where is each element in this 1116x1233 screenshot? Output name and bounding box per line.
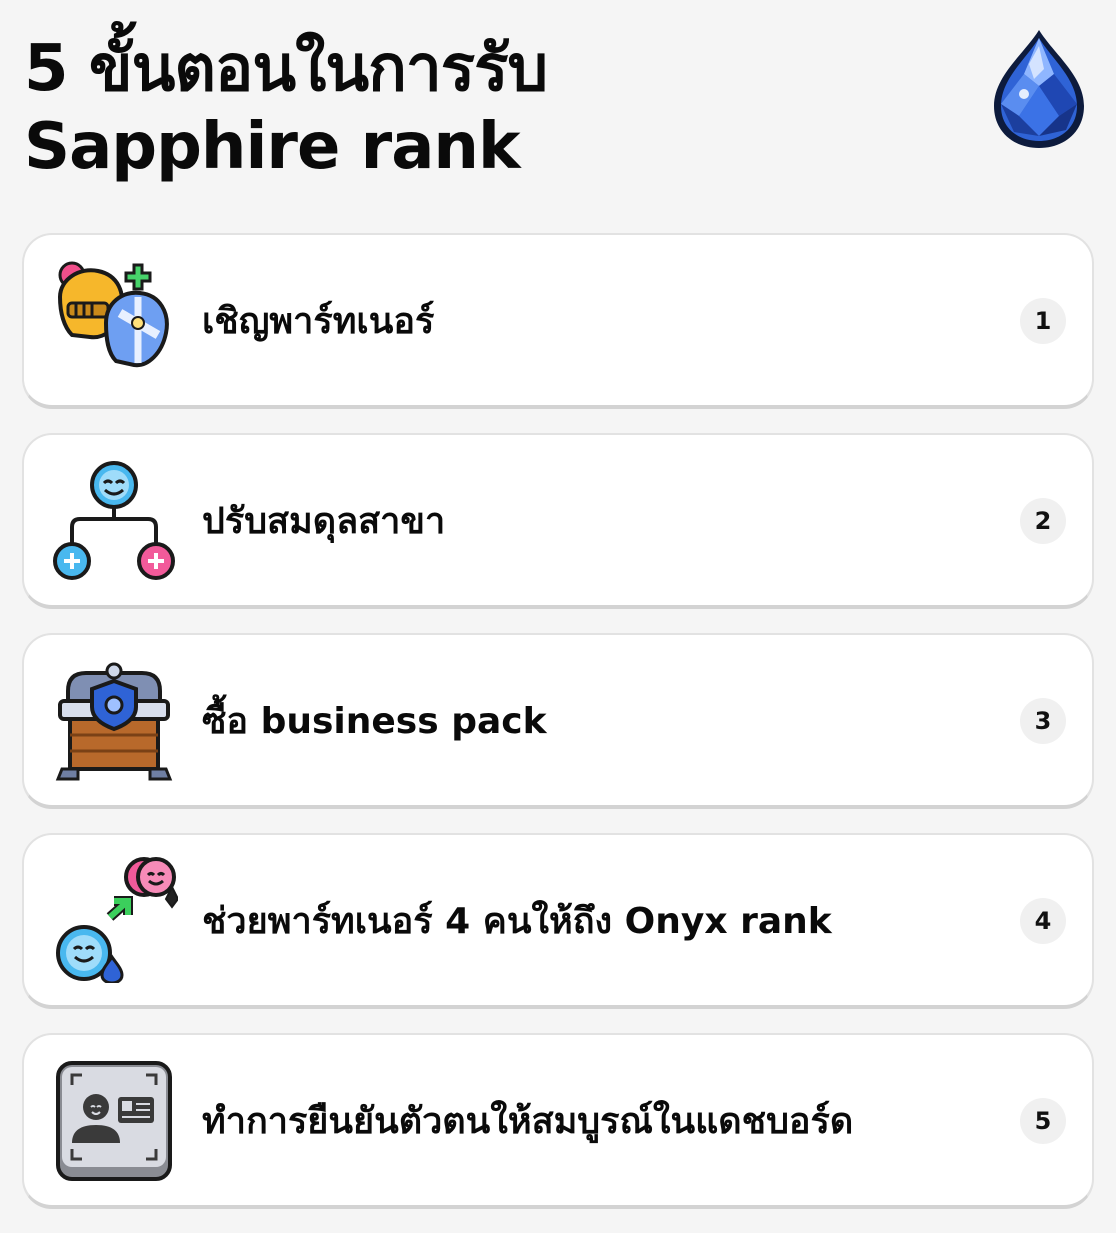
page-title: 5 ขั้นตอนในการรับ Sapphire rank	[24, 30, 1094, 186]
step-number-badge-1: 1	[1020, 298, 1066, 344]
sapphire-gem-icon	[984, 24, 1094, 154]
page-title-line-1: 5 ขั้นตอนในการรับ	[24, 32, 548, 106]
step-number-badge-5: 5	[1020, 1098, 1066, 1144]
partner-upgrade-icon	[50, 857, 178, 983]
step-card-2[interactable]: ปรับสมดุลสาขา 2	[22, 433, 1094, 609]
treasure-chest-icon	[50, 657, 178, 783]
id-verification-icon	[50, 1057, 178, 1183]
page-title-line-2: Sapphire rank	[24, 110, 521, 184]
step-label-1: เชิญพาร์ทเนอร์	[202, 300, 435, 342]
step-card-3[interactable]: ซื้อ business pack 3	[22, 633, 1094, 809]
step-label-3: ซื้อ business pack	[202, 700, 547, 742]
steps-list: เชิญพาร์ทเนอร์ 1 ปรับสมดุลสาขา 2 ซื้อ bu…	[22, 233, 1094, 1233]
step-card-4[interactable]: ช่วยพาร์ทเนอร์ 4 คนให้ถึง Onyx rank 4	[22, 833, 1094, 1009]
step-label-2: ปรับสมดุลสาขา	[202, 500, 446, 542]
page-header: 5 ขั้นตอนในการรับ Sapphire rank	[24, 30, 1094, 200]
step-number-badge-3: 3	[1020, 698, 1066, 744]
knight-helmets-icon	[50, 257, 178, 383]
step-card-1[interactable]: เชิญพาร์ทเนอร์ 1	[22, 233, 1094, 409]
step-label-5: ทำการยืนยันตัวตนให้สมบูรณ์ในแดชบอร์ด	[202, 1100, 854, 1142]
team-branches-icon	[50, 457, 178, 583]
step-card-5[interactable]: ทำการยืนยันตัวตนให้สมบูรณ์ในแดชบอร์ด 5	[22, 1033, 1094, 1209]
step-number-badge-2: 2	[1020, 498, 1066, 544]
step-label-4: ช่วยพาร์ทเนอร์ 4 คนให้ถึง Onyx rank	[202, 900, 832, 942]
step-number-badge-4: 4	[1020, 898, 1066, 944]
